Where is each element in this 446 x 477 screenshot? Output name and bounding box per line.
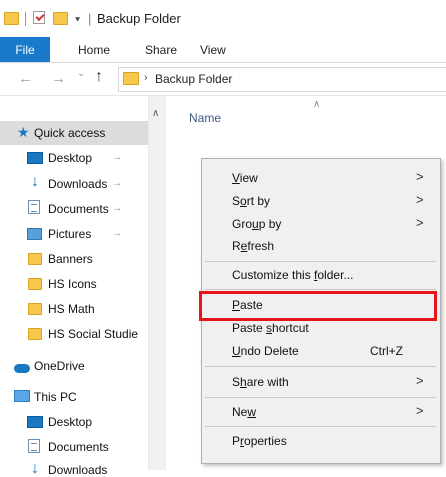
menu-item-new[interactable]: New <box>232 405 256 419</box>
menu-item-paste-shortcut[interactable]: Paste shortcut <box>232 321 309 335</box>
nav-item-downloads[interactable]: Downloads <box>48 177 107 191</box>
menu-separator <box>205 426 436 427</box>
menu-item-group-by[interactable]: Group by <box>232 217 281 231</box>
undo-shortcut-label: Ctrl+Z <box>370 344 403 358</box>
paste-highlight-box <box>199 291 437 321</box>
star-icon: ★ <box>17 124 30 140</box>
menu-item-undo-delete[interactable]: Undo Delete <box>232 344 299 358</box>
menu-item-view[interactable]: View <box>232 171 258 185</box>
documents-icon <box>28 200 40 214</box>
nav-item-hs-math[interactable]: HS Math <box>48 302 95 316</box>
desktop-icon <box>27 416 43 428</box>
sort-caret-icon: ∧ <box>313 99 321 110</box>
recent-locations-icon[interactable]: ⌄ <box>77 68 85 79</box>
menu-separator <box>205 289 436 290</box>
back-arrow-icon[interactable]: ← <box>18 70 33 87</box>
menu-item-customize-folder[interactable]: Customize this folder... <box>232 268 353 282</box>
folder-icon <box>4 12 19 25</box>
column-header-name[interactable]: Name <box>189 111 221 125</box>
menu-item-share-with[interactable]: Share with <box>232 375 289 389</box>
customize-toolbar-dropdown-icon[interactable]: ⯆ <box>74 15 81 26</box>
submenu-arrow-icon: > <box>416 403 424 418</box>
submenu-arrow-icon: > <box>416 169 424 184</box>
folder-icon <box>28 328 42 340</box>
menu-item-sort-by[interactable]: Sort by <box>232 194 270 208</box>
nav-item-this-pc[interactable]: This PC <box>34 390 77 404</box>
pin-icon: → <box>112 178 122 189</box>
nav-item-hs-icons[interactable]: HS Icons <box>48 277 97 291</box>
downloads-icon: ↓ <box>31 173 39 190</box>
nav-item-pictures[interactable]: Pictures <box>48 227 91 241</box>
pin-icon: → <box>112 152 122 163</box>
forward-arrow-icon[interactable]: → <box>51 70 66 87</box>
submenu-arrow-icon: > <box>416 215 424 230</box>
breadcrumb-backup-folder[interactable]: Backup Folder <box>155 72 232 86</box>
up-arrow-icon[interactable]: ↑ <box>95 68 103 86</box>
tab-share[interactable]: Share <box>145 43 177 57</box>
toolbar-separator <box>25 12 26 26</box>
tab-file[interactable]: File <box>0 37 50 62</box>
new-folder-icon[interactable] <box>53 12 68 25</box>
nav-item-desktop[interactable]: Desktop <box>48 151 92 165</box>
window-title: Backup Folder <box>97 11 181 26</box>
menu-separator <box>205 366 436 367</box>
properties-check-icon[interactable] <box>33 11 45 24</box>
downloads-icon: ↓ <box>31 460 39 477</box>
folder-icon <box>28 278 42 290</box>
pin-icon: → <box>112 203 122 214</box>
scroll-up-icon[interactable]: ∧ <box>152 108 159 119</box>
this-pc-icon <box>14 390 30 402</box>
nav-item-pc-desktop[interactable]: Desktop <box>48 415 92 429</box>
nav-item-onedrive[interactable]: OneDrive <box>34 359 85 373</box>
documents-icon <box>28 439 40 453</box>
menu-item-properties[interactable]: Properties <box>232 434 287 448</box>
folder-icon <box>123 72 139 85</box>
nav-item-documents[interactable]: Documents <box>48 202 109 216</box>
onedrive-icon <box>14 364 30 373</box>
submenu-arrow-icon: > <box>416 373 424 388</box>
menu-separator <box>205 261 436 262</box>
title-separator: | <box>88 11 92 26</box>
nav-pane-scrollbar[interactable] <box>148 96 166 470</box>
nav-item-label: Quick access <box>34 126 106 140</box>
breadcrumb-chevron-icon[interactable]: › <box>144 72 148 84</box>
menu-item-refresh[interactable]: Refresh <box>232 239 274 253</box>
desktop-icon <box>27 152 43 164</box>
menu-separator <box>205 397 436 398</box>
nav-item-banners[interactable]: Banners <box>48 252 93 266</box>
tab-view[interactable]: View <box>200 43 226 57</box>
nav-item-pc-downloads[interactable]: Downloads <box>48 463 107 477</box>
nav-item-hs-social-studies[interactable]: HS Social Studie <box>48 327 148 341</box>
tab-home[interactable]: Home <box>78 43 110 57</box>
submenu-arrow-icon: > <box>416 192 424 207</box>
folder-icon <box>28 303 42 315</box>
pin-icon: → <box>112 228 122 239</box>
pictures-icon <box>27 228 42 240</box>
nav-item-pc-documents[interactable]: Documents <box>48 440 109 454</box>
folder-icon <box>28 253 42 265</box>
